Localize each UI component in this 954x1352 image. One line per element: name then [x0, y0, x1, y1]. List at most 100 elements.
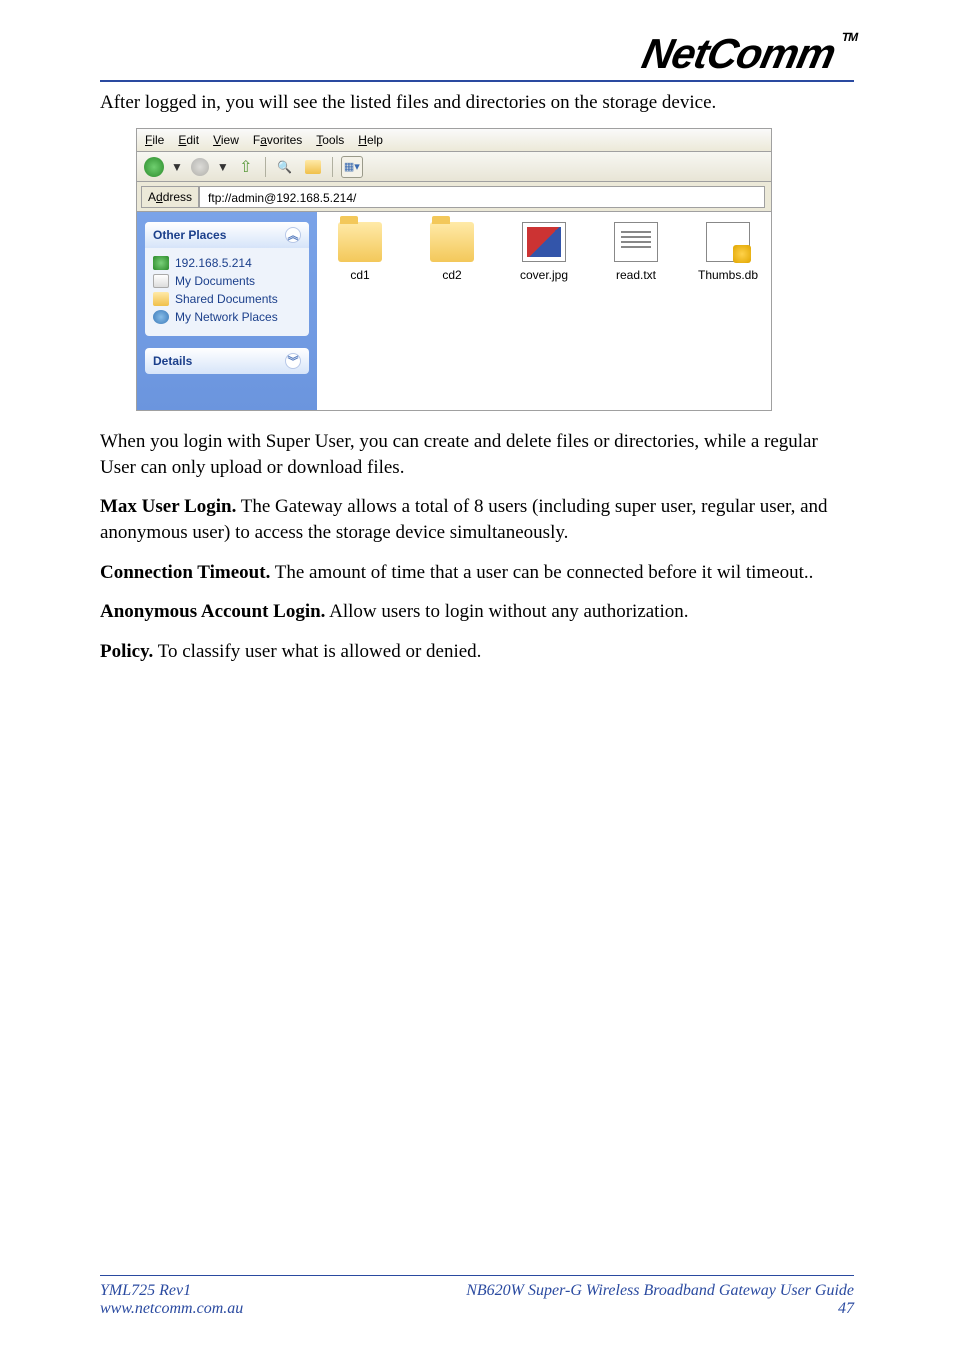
sidebar-link-shared[interactable]: Shared Documents [153, 290, 301, 308]
expand-icon: ︾ [285, 353, 301, 369]
header-divider [100, 80, 854, 82]
networkplaces-icon [153, 310, 169, 324]
address-bar: Address ftp://admin@192.168.5.214/ [136, 181, 772, 211]
para-superuser: When you login with Super User, you can … [100, 429, 854, 480]
accel: a [260, 133, 267, 147]
footer-page: 47 [466, 1300, 854, 1318]
file-label: read.txt [599, 268, 673, 282]
mydocuments-icon [153, 274, 169, 288]
sidebar-link-mydocs[interactable]: My Documents [153, 272, 301, 290]
folders-icon [305, 160, 321, 174]
content-area: Other Places ︽ 192.168.5.214 My Document… [136, 211, 772, 411]
other-places-panel: Other Places ︽ 192.168.5.214 My Document… [145, 222, 309, 336]
folder-icon [430, 222, 474, 262]
sidebar-link-netplaces[interactable]: My Network Places [153, 308, 301, 326]
image-file-icon [522, 222, 566, 262]
para-anon: Anonymous Account Login. Allow users to … [100, 599, 854, 625]
explorer-screenshot: File Edit View Favorites Tools Help ▼ ▼ … [136, 128, 772, 411]
views-icon: ▦▾ [344, 160, 360, 173]
label-anon: Anonymous Account Login. [100, 601, 325, 622]
accel: E [178, 133, 186, 147]
accel: H [358, 133, 367, 147]
computer-icon [153, 256, 169, 270]
accel: V [213, 133, 221, 147]
other-places-body: 192.168.5.214 My Documents Shared Docume… [145, 248, 309, 336]
toolbar: ▼ ▼ ⇧ 🔍 ▦▾ [136, 151, 772, 181]
label-timeout: Connection Timeout. [100, 562, 270, 583]
forward-icon [191, 158, 209, 176]
menu-file[interactable]: File [145, 133, 164, 147]
menu-favorites[interactable]: Favorites [253, 133, 302, 147]
footer-right: NB620W Super-G Wireless Broadband Gatewa… [466, 1282, 854, 1318]
file-list: cd1 cd2 cover.jpg read.txt Thumbs.db [317, 212, 771, 410]
menu-bar: File Edit View Favorites Tools Help [136, 128, 772, 151]
search-icon: 🔍 [277, 160, 292, 174]
footer-rev: YML725 Rev1 [100, 1282, 243, 1300]
back-icon [144, 157, 164, 177]
up-folder-icon: ⇧ [239, 157, 252, 177]
file-label: cd1 [323, 268, 397, 282]
accel: T [316, 133, 322, 147]
collapse-icon: ︽ [285, 227, 301, 243]
link-label: My Documents [175, 274, 255, 288]
back-dropdown-icon[interactable]: ▼ [171, 160, 183, 174]
text-file-icon [614, 222, 658, 262]
para-timeout: Connection Timeout. The amount of time t… [100, 560, 854, 586]
link-label: Shared Documents [175, 292, 278, 306]
trademark-symbol: TM [841, 30, 859, 44]
toolbar-separator [332, 157, 333, 177]
details-header[interactable]: Details ︾ [145, 348, 309, 374]
forward-button[interactable] [189, 156, 211, 178]
menu-tools[interactable]: Tools [316, 133, 344, 147]
sidebar-link-host[interactable]: 192.168.5.214 [153, 254, 301, 272]
file-label: cd2 [415, 268, 489, 282]
db-file-icon [706, 222, 750, 262]
para-policy: Policy. To classify user what is allowed… [100, 639, 854, 665]
file-item-read[interactable]: read.txt [599, 222, 673, 282]
folder-icon [338, 222, 382, 262]
other-places-title: Other Places [153, 228, 226, 242]
back-button[interactable] [143, 156, 165, 178]
toolbar-separator [265, 157, 266, 177]
label-maxuser: Max User Login. [100, 496, 236, 517]
label-policy: Policy. [100, 641, 153, 662]
footer-left: YML725 Rev1 www.netcomm.com.au [100, 1282, 243, 1318]
file-item-cd1[interactable]: cd1 [323, 222, 397, 282]
other-places-header[interactable]: Other Places ︽ [145, 222, 309, 248]
details-panel: Details ︾ [145, 348, 309, 374]
file-item-thumbs[interactable]: Thumbs.db [691, 222, 765, 282]
file-item-cd2[interactable]: cd2 [415, 222, 489, 282]
address-input[interactable]: ftp://admin@192.168.5.214/ [199, 186, 765, 208]
address-label: Address [141, 186, 199, 208]
link-label: 192.168.5.214 [175, 256, 252, 270]
link-label: My Network Places [175, 310, 278, 324]
footer-title: NB620W Super-G Wireless Broadband Gatewa… [466, 1282, 854, 1300]
text-policy: To classify user what is allowed or deni… [153, 641, 481, 662]
details-title: Details [153, 354, 192, 368]
accel: F [145, 133, 152, 147]
body-text: When you login with Super User, you can … [100, 429, 854, 664]
para-maxuser: Max User Login. The Gateway allows a tot… [100, 494, 854, 545]
logo-row: NetCommTM [100, 30, 854, 78]
menu-help[interactable]: Help [358, 133, 383, 147]
page-footer: YML725 Rev1 www.netcomm.com.au NB620W Su… [100, 1275, 854, 1318]
brand-logo-text: NetComm [638, 30, 839, 77]
footer-divider [100, 1275, 854, 1276]
footer-row: YML725 Rev1 www.netcomm.com.au NB620W Su… [100, 1282, 854, 1318]
brand-logo: NetCommTM [638, 30, 859, 78]
file-item-cover[interactable]: cover.jpg [507, 222, 581, 282]
views-button[interactable]: ▦▾ [341, 156, 363, 178]
forward-dropdown-icon[interactable]: ▼ [217, 160, 229, 174]
file-label: cover.jpg [507, 268, 581, 282]
tasks-sidebar: Other Places ︽ 192.168.5.214 My Document… [137, 212, 317, 410]
search-button[interactable]: 🔍 [274, 156, 296, 178]
folders-button[interactable] [302, 156, 324, 178]
shareddocs-icon [153, 292, 169, 306]
menu-view[interactable]: View [213, 133, 239, 147]
menu-edit[interactable]: Edit [178, 133, 199, 147]
up-button[interactable]: ⇧ [235, 156, 257, 178]
file-label: Thumbs.db [691, 268, 765, 282]
text-timeout: The amount of time that a user can be co… [270, 562, 813, 583]
intro-text: After logged in, you will see the listed… [100, 92, 854, 114]
footer-url: www.netcomm.com.au [100, 1300, 243, 1318]
